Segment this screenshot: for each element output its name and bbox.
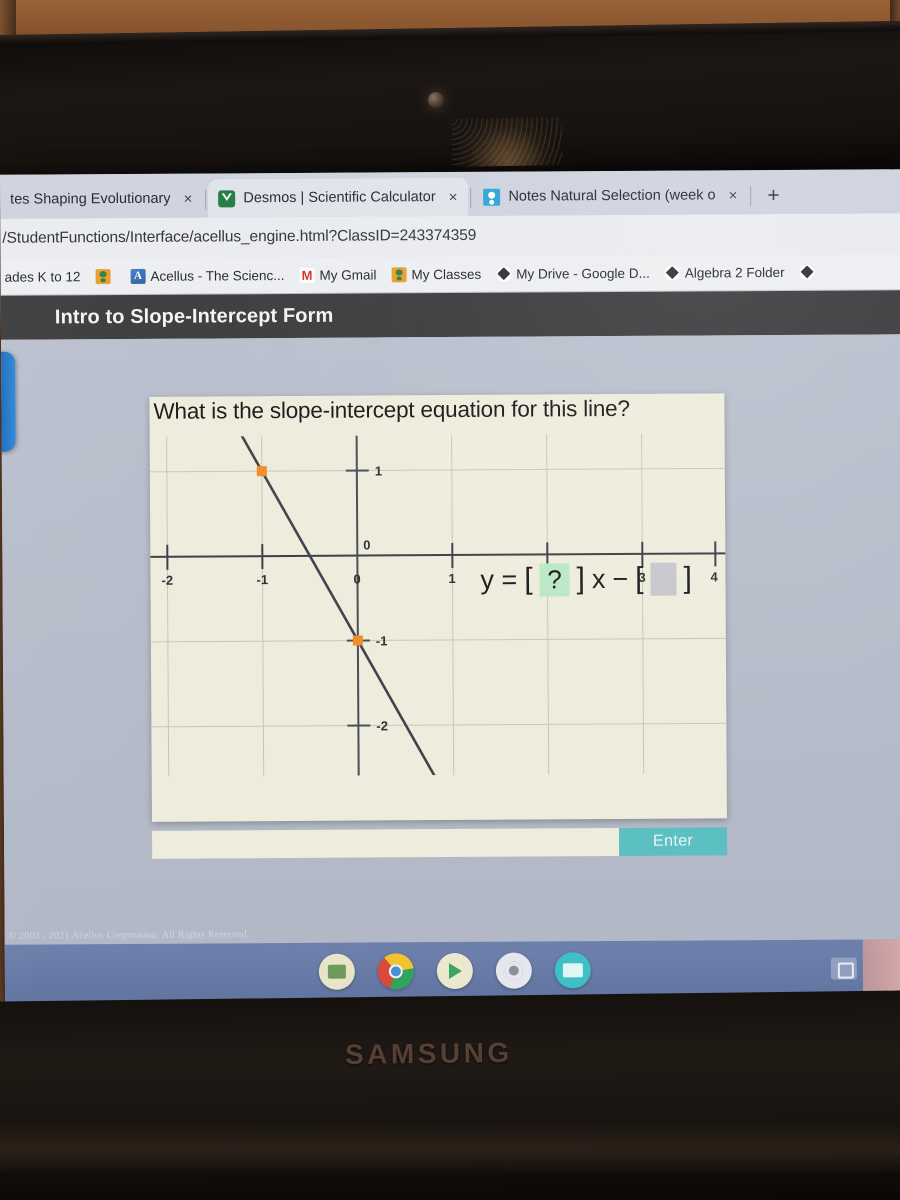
- close-icon[interactable]: ×: [724, 187, 743, 204]
- tab-divider: [205, 189, 207, 210]
- svg-text:-2: -2: [376, 718, 388, 733]
- play-store-icon[interactable]: [436, 952, 473, 990]
- lesson-header: Intro to Slope-Intercept Form: [0, 290, 900, 340]
- bracket-open: [: [524, 562, 533, 596]
- data-point-marker: [352, 635, 363, 646]
- google-drive-icon: [664, 265, 680, 281]
- grid-lines: [149, 433, 727, 777]
- url-input[interactable]: /StudentFunctions/Interface/acellus_engi…: [0, 220, 900, 251]
- slope-input-blank[interactable]: ?: [539, 562, 570, 596]
- bracket-close: ]: [683, 561, 693, 595]
- bookmark-item[interactable]: Algebra 2 Folder: [661, 262, 789, 282]
- acellus-orange-icon: [391, 266, 407, 282]
- bracket-close: ]: [576, 562, 586, 596]
- chrome-icon[interactable]: [377, 953, 414, 990]
- side-panel-tab[interactable]: [0, 351, 16, 452]
- x-axis: [150, 552, 726, 558]
- brand-logo: SAMSUNG: [344, 1036, 513, 1071]
- status-tray-icon[interactable]: [830, 957, 857, 980]
- google-drive-icon: [799, 264, 815, 280]
- webcam-icon: [428, 92, 444, 108]
- desmos-icon: [218, 189, 236, 207]
- tab-title: Notes Natural Selection (week o: [508, 187, 716, 205]
- tab-title: Desmos | Scientific Calculator: [243, 189, 436, 207]
- new-tab-button[interactable]: +: [767, 184, 779, 207]
- google-drive-icon: [496, 266, 512, 282]
- equation-lhs: y =: [480, 564, 518, 595]
- google-classroom-icon: [483, 188, 501, 206]
- bookmark-item[interactable]: My Drive - Google D...: [492, 263, 654, 283]
- bookmark-label: Acellus - The Scienc...: [150, 267, 285, 284]
- tab-divider: [470, 187, 472, 208]
- svg-text:-2: -2: [161, 573, 173, 588]
- shelf-right-edge: [862, 939, 900, 998]
- browser-tab-strip: tes Shaping Evolutionary × Desmos | Scie…: [0, 169, 900, 219]
- laptop-top-bezel: [0, 20, 900, 186]
- enter-button[interactable]: Enter: [619, 827, 728, 856]
- bookmark-label: My Classes: [411, 266, 482, 282]
- svg-text:0: 0: [363, 537, 370, 552]
- files-icon[interactable]: [554, 952, 591, 989]
- answer-row: Enter: [152, 827, 728, 859]
- question-card: What is the slope-intercept equation for…: [149, 393, 727, 822]
- bookmarks-bar: ades K to 12 Acellus - The Scienc... My …: [0, 253, 900, 296]
- bookmark-label: My Gmail: [319, 266, 377, 283]
- y-tick-labels: 1 0 -1 -2: [363, 463, 388, 733]
- bookmark-item[interactable]: [91, 267, 119, 286]
- coordinate-graph: -2 -1 0 1 2 3 4 1 0 -1: [149, 433, 727, 777]
- copyright-notice: © 2003 - 2021 Acellus Corporation. All R…: [8, 929, 250, 942]
- equation-prompt: y = [?] x − []: [480, 562, 692, 597]
- answer-input[interactable]: [152, 827, 620, 859]
- browser-tab-3[interactable]: Notes Natural Selection (week o ×: [473, 176, 748, 216]
- bracket-open: [: [635, 561, 644, 595]
- svg-text:0: 0: [353, 572, 360, 587]
- gmail-icon: [299, 267, 315, 283]
- tab-title: tes Shaping Evolutionary: [10, 190, 171, 208]
- close-icon[interactable]: ×: [444, 188, 463, 205]
- speaker-grille-icon: [451, 117, 563, 167]
- bookmark-item[interactable]: ades K to 12: [1, 267, 85, 287]
- svg-text:-1: -1: [256, 572, 268, 587]
- tab-divider: [750, 186, 752, 207]
- bookmark-item[interactable]: Acellus - The Scienc...: [126, 265, 288, 285]
- bookmark-item[interactable]: [796, 262, 819, 281]
- bookmark-label: ades K to 12: [4, 268, 81, 285]
- question-text: What is the slope-intercept equation for…: [153, 395, 630, 424]
- browser-tab-1[interactable]: tes Shaping Evolutionary ×: [0, 180, 203, 219]
- svg-text:-1: -1: [376, 633, 388, 648]
- close-icon[interactable]: ×: [179, 190, 198, 207]
- svg-text:1: 1: [375, 463, 382, 478]
- equation-operator: −: [612, 563, 629, 594]
- laptop-screen: tes Shaping Evolutionary × Desmos | Scie…: [0, 169, 900, 1003]
- launcher-icon[interactable]: [318, 953, 355, 990]
- page-title: Intro to Slope-Intercept Form: [54, 304, 334, 328]
- acellus-orange-icon: [95, 268, 111, 284]
- svg-text:1: 1: [448, 571, 455, 586]
- bookmark-item[interactable]: My Gmail: [295, 265, 380, 285]
- equation-variable: x: [591, 563, 606, 594]
- browser-tab-2[interactable]: Desmos | Scientific Calculator ×: [208, 177, 469, 218]
- photo-of-laptop: tes Shaping Evolutionary × Desmos | Scie…: [0, 0, 900, 1200]
- bookmark-label: My Drive - Google D...: [516, 265, 650, 282]
- svg-text:4: 4: [710, 569, 718, 584]
- data-point-marker: [256, 466, 267, 477]
- intercept-input-blank[interactable]: [650, 562, 677, 596]
- address-bar-row: /StudentFunctions/Interface/acellus_engi…: [0, 213, 900, 259]
- bookmark-label: Algebra 2 Folder: [684, 264, 785, 281]
- lesson-body: What is the slope-intercept equation for…: [0, 334, 900, 950]
- graph-svg: -2 -1 0 1 2 3 4 1 0 -1: [149, 433, 727, 777]
- settings-icon[interactable]: [495, 952, 532, 989]
- acellus-blue-icon: [130, 268, 146, 284]
- bookmark-item[interactable]: My Classes: [387, 264, 485, 284]
- hinge-reflection: [0, 1122, 900, 1172]
